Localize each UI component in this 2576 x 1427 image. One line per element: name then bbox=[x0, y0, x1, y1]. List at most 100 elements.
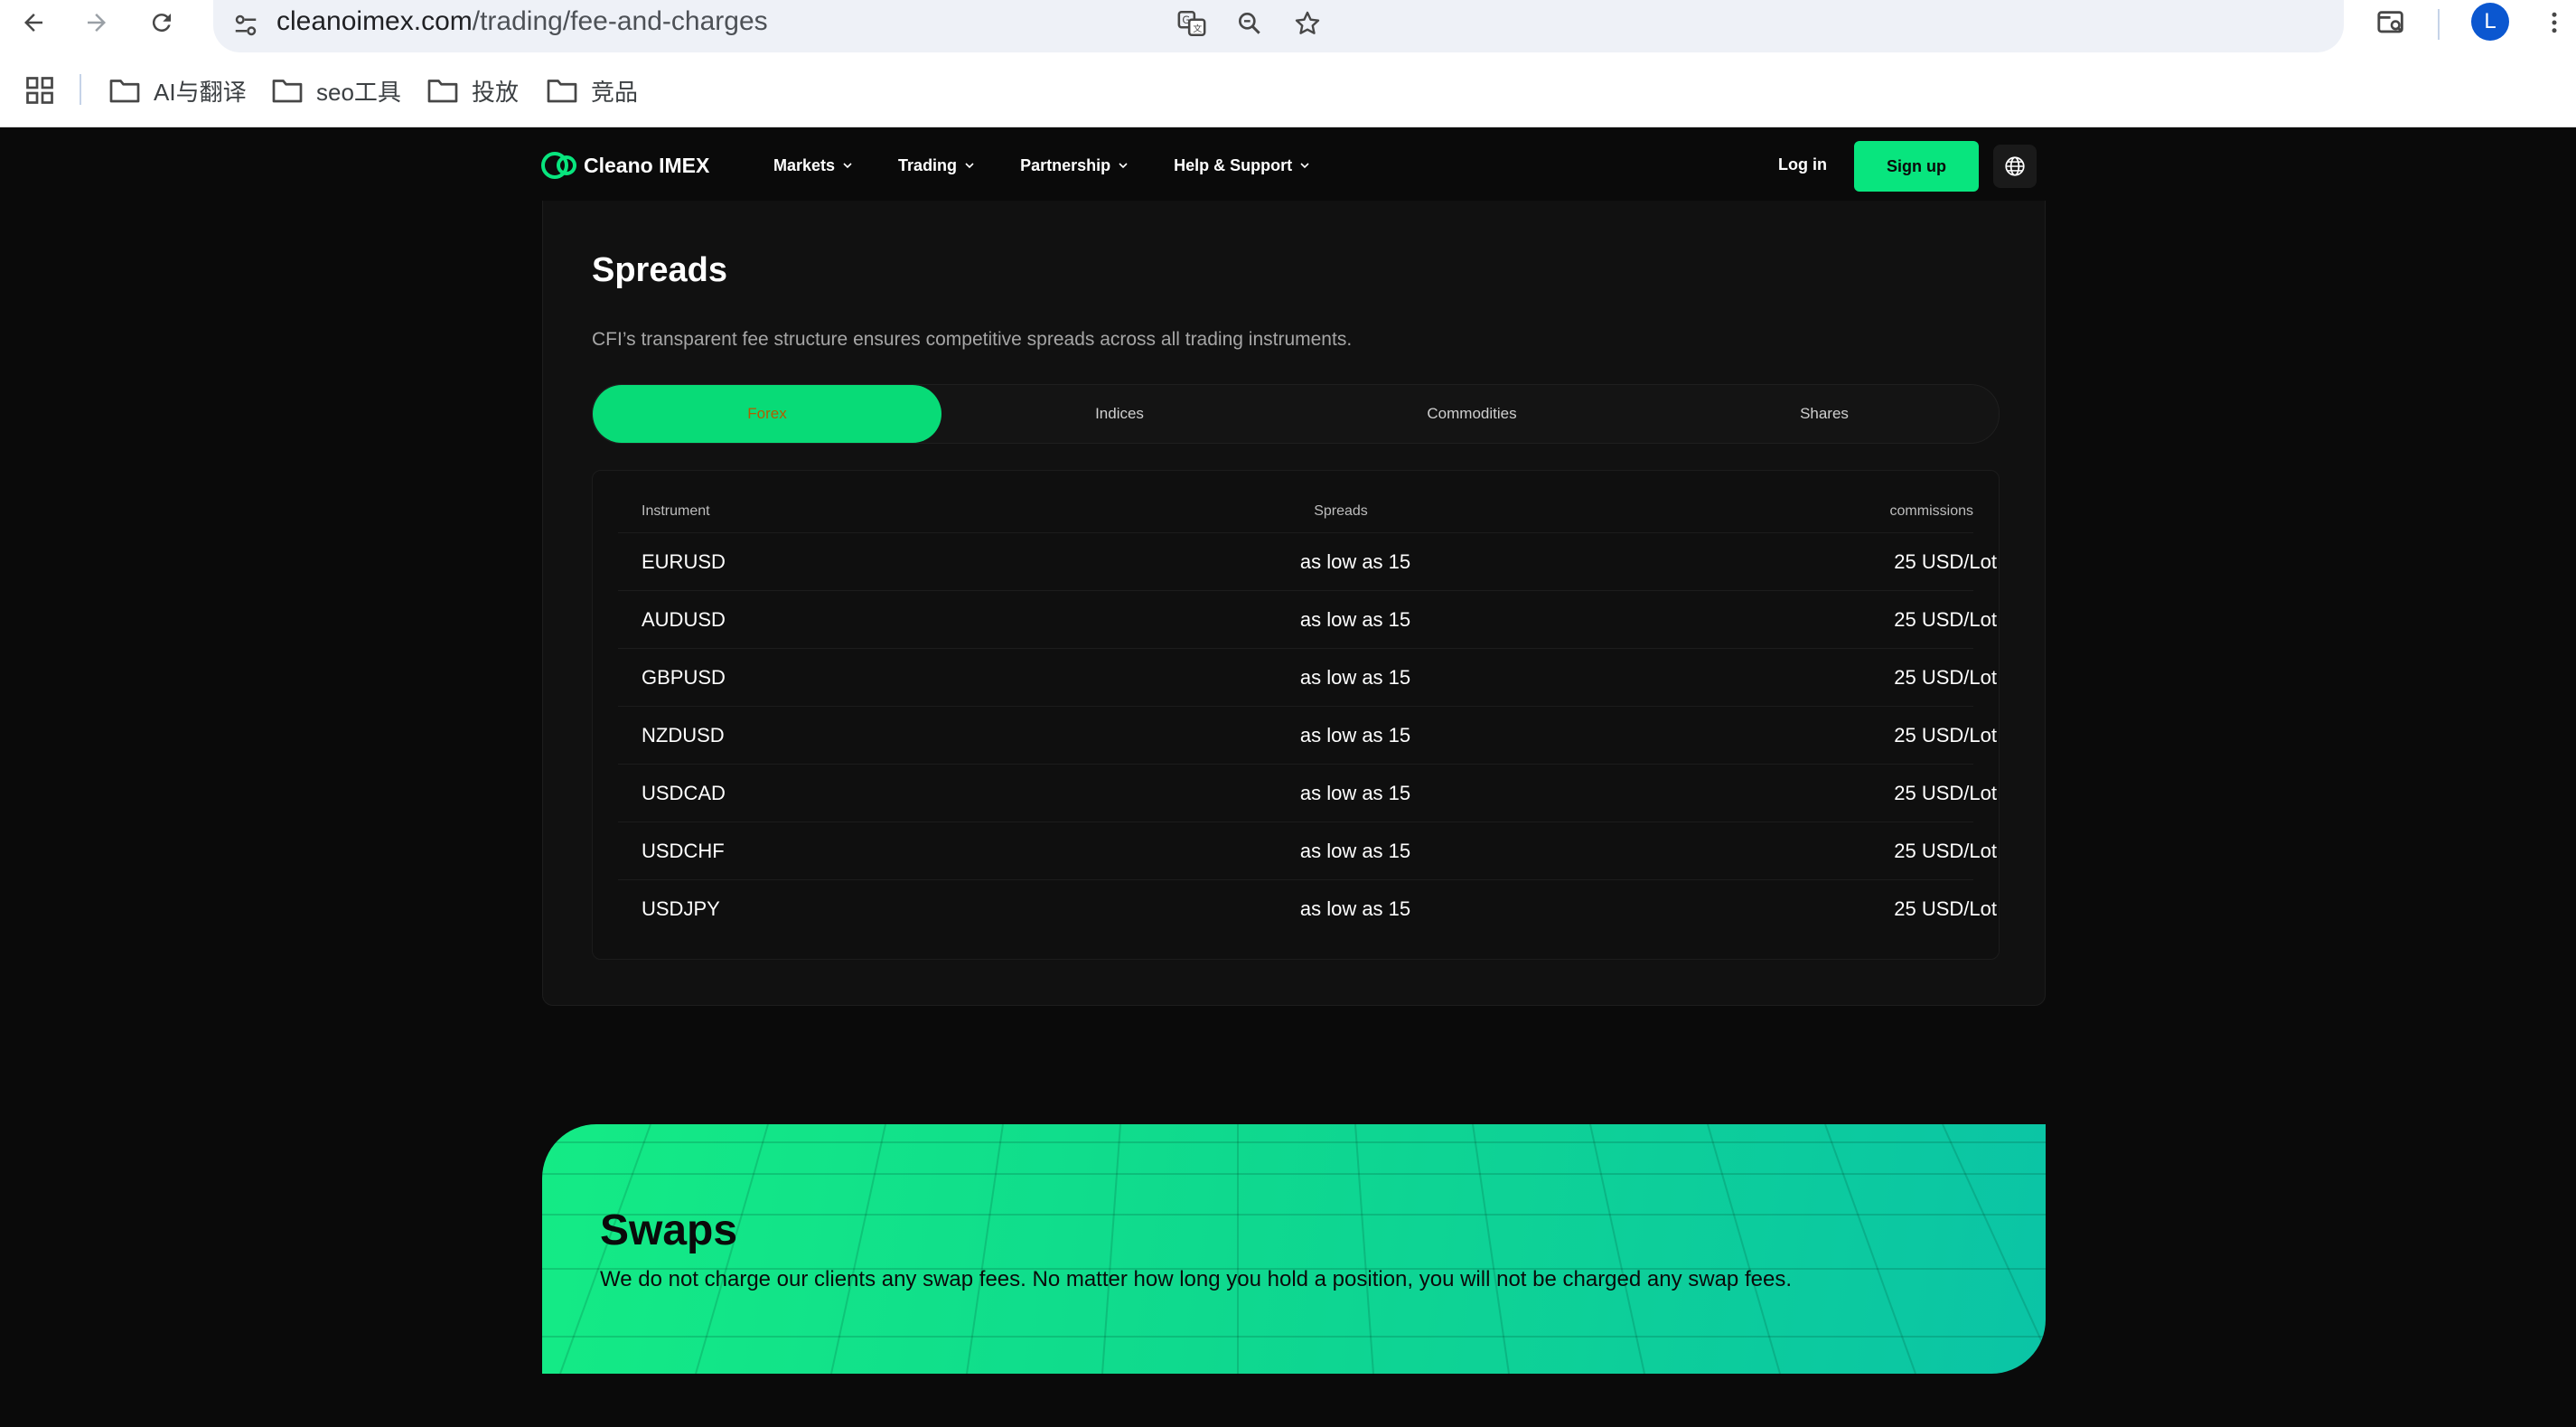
bookmark-label: AI与翻译 bbox=[154, 78, 247, 106]
column-header-commissions: commissions bbox=[1889, 503, 1973, 519]
url-text[interactable]: cleanoimex.com/trading/fee-and-charges bbox=[276, 5, 768, 38]
table-row: USDCAD as low as 15 25 USD/Lot bbox=[618, 764, 1997, 822]
spread-cell: as low as 15 bbox=[1299, 550, 1411, 573]
spread-cell: as low as 15 bbox=[1299, 897, 1411, 920]
commission-cell: 25 USD/Lot bbox=[1894, 724, 1997, 746]
chevron-down-icon bbox=[1119, 163, 1128, 169]
commission-cell: 25 USD/Lot bbox=[1894, 840, 1997, 862]
profile-avatar[interactable]: L bbox=[2471, 3, 2509, 41]
instrument-cell: GBPUSD bbox=[642, 666, 726, 689]
bookmark-folder-ads[interactable]: 投放 bbox=[426, 70, 519, 110]
login-link[interactable]: Log in bbox=[1778, 155, 1827, 174]
instrument-tabs: Forex Indices Commodities Shares bbox=[592, 384, 2000, 444]
spreads-table: Instrument Spreads commissions EURUSD as… bbox=[592, 470, 2000, 960]
address-bar[interactable]: cleanoimex.com/trading/fee-and-charges G… bbox=[213, 0, 2344, 52]
url-host: cleanoimex.com bbox=[276, 6, 473, 36]
tab-forex[interactable]: Forex bbox=[593, 385, 941, 443]
zoom-button[interactable] bbox=[1227, 4, 1272, 43]
toolbar-divider bbox=[2438, 9, 2440, 40]
commission-cell: 25 USD/Lot bbox=[1894, 782, 1997, 804]
forward-arrow-icon bbox=[88, 14, 106, 32]
brand-name: Cleano IMEX bbox=[584, 153, 710, 177]
column-header-instrument: Instrument bbox=[642, 503, 710, 519]
menu-partnership[interactable]: Partnership bbox=[1020, 150, 1129, 181]
browser-chrome: cleanoimex.com/trading/fee-and-charges G… bbox=[0, 0, 2576, 127]
chevron-down-icon bbox=[1300, 163, 1309, 169]
instrument-cell: NZDUSD bbox=[642, 724, 725, 746]
folder-icon bbox=[109, 80, 140, 103]
menu-label: Help & Support bbox=[1174, 155, 1293, 174]
folder-icon bbox=[427, 80, 458, 103]
translate-button[interactable]: G文 bbox=[1169, 4, 1214, 43]
swaps-description: We do not charge our clients any swap fe… bbox=[600, 1267, 1792, 1291]
bookmark-folder-competitors[interactable]: 竞品 bbox=[546, 70, 638, 110]
menu-label: Markets bbox=[773, 155, 836, 174]
star-icon bbox=[1295, 11, 1320, 34]
reload-button[interactable] bbox=[136, 0, 188, 45]
spread-cell: as low as 15 bbox=[1299, 840, 1411, 862]
tab-search-button[interactable] bbox=[2367, 2, 2416, 43]
instrument-cell: EURUSD bbox=[642, 550, 726, 573]
instrument-cell: AUDUSD bbox=[642, 608, 726, 631]
commission-cell: 25 USD/Lot bbox=[1894, 897, 1997, 920]
commission-cell: 25 USD/Lot bbox=[1894, 550, 1997, 573]
tab-commodities[interactable]: Commodities bbox=[1297, 385, 1646, 443]
apps-grid-icon[interactable] bbox=[23, 74, 56, 107]
signup-button[interactable]: Sign up bbox=[1854, 141, 1979, 192]
reload-icon bbox=[152, 14, 171, 33]
tab-indices[interactable]: Indices bbox=[945, 385, 1294, 443]
menu-label: Partnership bbox=[1020, 155, 1111, 174]
svg-text:G: G bbox=[1182, 14, 1190, 26]
menu-markets[interactable]: Markets bbox=[773, 150, 853, 181]
instrument-cell: USDJPY bbox=[642, 897, 720, 920]
column-header-spreads: Spreads bbox=[1314, 503, 1368, 519]
swaps-banner: Swaps We do not charge our clients any s… bbox=[542, 1124, 2046, 1374]
site-info-icon[interactable] bbox=[226, 5, 266, 45]
language-button[interactable] bbox=[1993, 145, 2037, 188]
spreads-section: Spreads CFI’s transparent fee structure … bbox=[542, 201, 2046, 1006]
bookmark-folder-seo[interactable]: seo工具 bbox=[271, 70, 401, 110]
menu-label: Trading bbox=[898, 155, 958, 174]
more-vert-icon bbox=[2552, 12, 2557, 33]
menu-trading[interactable]: Trading bbox=[898, 150, 975, 181]
spreads-title: Spreads bbox=[592, 251, 727, 289]
main-menu: Markets Trading Partnership Help & Suppo… bbox=[773, 150, 1310, 181]
bookmarks-divider bbox=[80, 74, 81, 105]
bookmarks-bar: AI与翻译 seo工具 投放 竞品 bbox=[0, 67, 2576, 112]
bookmark-star-button[interactable] bbox=[1285, 4, 1330, 43]
table-row: USDCHF as low as 15 25 USD/Lot bbox=[618, 821, 1997, 880]
folder-icon bbox=[547, 80, 577, 103]
spreads-subtitle: CFI’s transparent fee structure ensures … bbox=[592, 329, 1353, 350]
zoom-icon bbox=[1239, 12, 1260, 34]
spread-cell: as low as 15 bbox=[1299, 782, 1411, 804]
bookmark-label: 投放 bbox=[472, 78, 520, 106]
globe-icon bbox=[2005, 156, 2025, 176]
spread-cell: as low as 15 bbox=[1299, 724, 1411, 746]
tab-shares[interactable]: Shares bbox=[1650, 385, 1999, 443]
back-arrow-icon bbox=[24, 14, 42, 32]
site-header: Cleano IMEX Markets Trading Partnership … bbox=[540, 128, 2046, 201]
tab-search-icon bbox=[2377, 11, 2403, 33]
site-logo[interactable]: Cleano IMEX bbox=[540, 150, 709, 181]
bookmark-folder-ai[interactable]: AI与翻译 bbox=[108, 70, 247, 110]
back-button[interactable] bbox=[7, 0, 60, 45]
table-row: USDJPY as low as 15 25 USD/Lot bbox=[618, 879, 1997, 938]
translate-icon: G文 bbox=[1177, 10, 1206, 37]
table-row: GBPUSD as low as 15 25 USD/Lot bbox=[618, 648, 1997, 707]
commission-cell: 25 USD/Lot bbox=[1894, 608, 1997, 631]
table-row: EURUSD as low as 15 25 USD/Lot bbox=[618, 532, 1997, 591]
browser-menu-button[interactable] bbox=[2530, 2, 2576, 43]
bookmark-label: 竞品 bbox=[591, 78, 639, 106]
url-path: /trading/fee-and-charges bbox=[472, 6, 768, 36]
instrument-cell: USDCAD bbox=[642, 782, 726, 804]
instrument-cell: USDCHF bbox=[642, 840, 725, 862]
chevron-down-icon bbox=[965, 163, 974, 169]
swaps-title: Swaps bbox=[600, 1206, 738, 1254]
menu-help-support[interactable]: Help & Support bbox=[1174, 150, 1310, 181]
folder-icon bbox=[272, 80, 303, 103]
forward-button[interactable] bbox=[70, 0, 123, 45]
table-row: NZDUSD as low as 15 25 USD/Lot bbox=[618, 706, 1997, 765]
spread-cell: as low as 15 bbox=[1299, 608, 1411, 631]
commission-cell: 25 USD/Lot bbox=[1894, 666, 1997, 689]
bookmark-label: seo工具 bbox=[316, 78, 401, 106]
